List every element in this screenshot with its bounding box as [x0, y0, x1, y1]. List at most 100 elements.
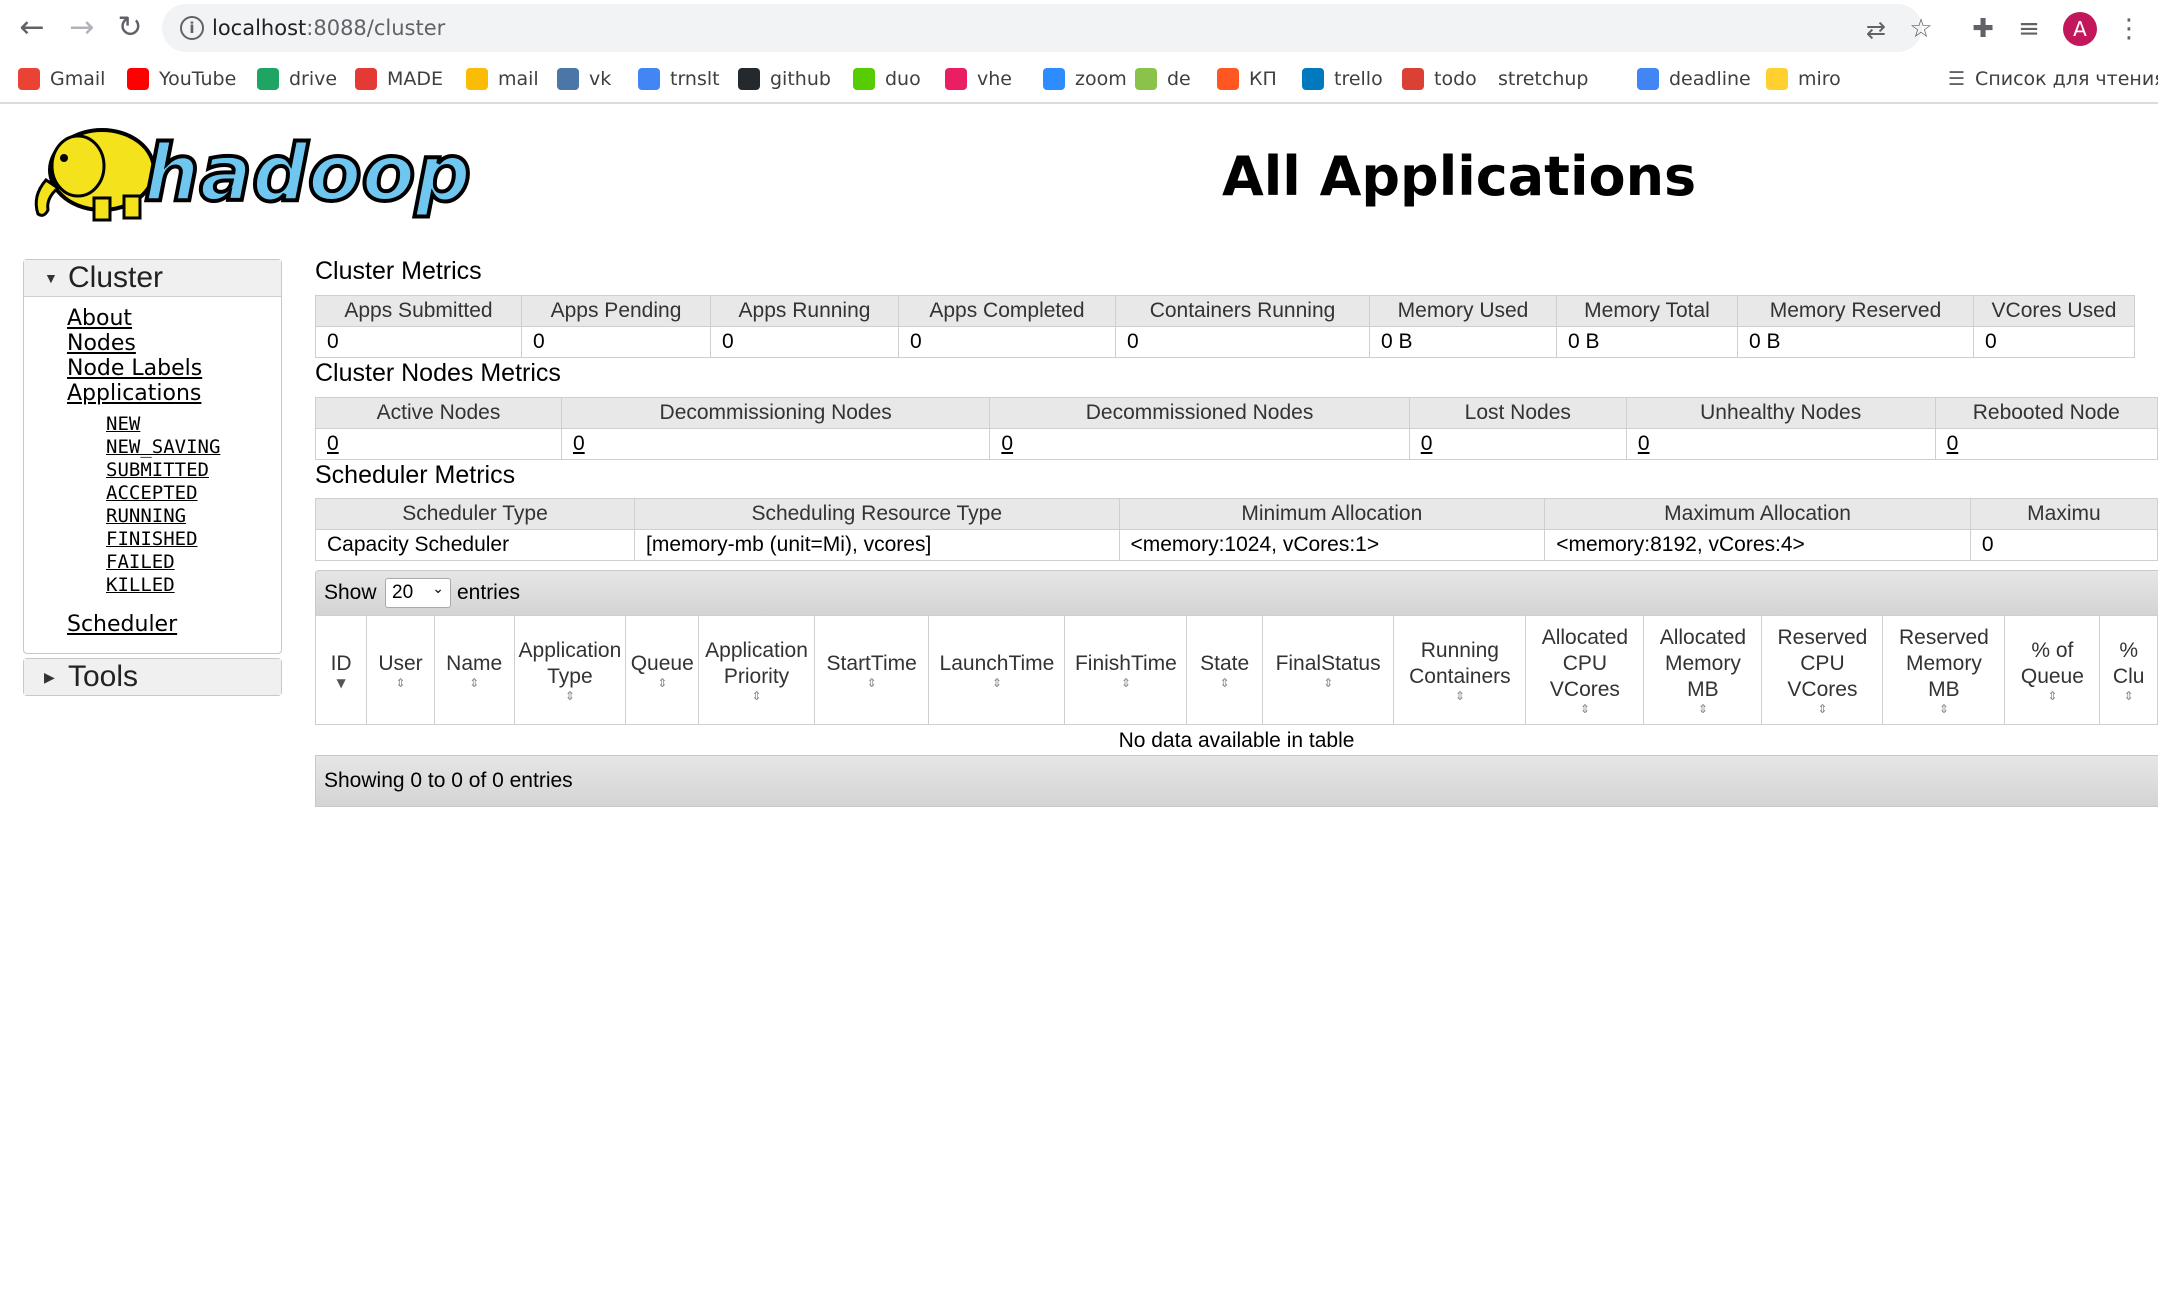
- back-icon[interactable]: ←: [14, 10, 50, 46]
- metric-value[interactable]: 0: [1625, 428, 1936, 460]
- metric-header: Scheduler Type: [315, 498, 635, 530]
- nav-state-new[interactable]: NEW: [106, 413, 140, 435]
- bookmark-10[interactable]: zoom: [1043, 64, 1127, 94]
- column-header[interactable]: % of Queue ⇕: [2004, 615, 2101, 725]
- metric-value[interactable]: 0: [560, 428, 991, 460]
- column-header[interactable]: Running Containers ⇕: [1393, 615, 1527, 725]
- metric-header: Unhealthy Nodes: [1625, 397, 1936, 429]
- column-header-label: VCores: [1787, 678, 1858, 701]
- bookmark-14[interactable]: todo: [1402, 64, 1477, 94]
- metric-value[interactable]: 0: [1408, 428, 1627, 460]
- column-header[interactable]: Name ⇕: [433, 615, 515, 725]
- sort-icon: ⇕: [2123, 689, 2134, 703]
- todoist-icon: [1402, 68, 1424, 90]
- bookmark-label: MADE: [387, 68, 444, 90]
- nav-state-running[interactable]: RUNNING: [106, 505, 186, 527]
- column-header[interactable]: User ⇕: [366, 615, 435, 725]
- sort-icon: ⇕: [469, 676, 480, 690]
- column-header[interactable]: Application Priority ⇕: [698, 615, 815, 725]
- chevron-down-icon: ⌄: [432, 581, 444, 597]
- bookmark-label: duo: [885, 68, 921, 90]
- nav-state-new-saving[interactable]: NEW_SAVING: [106, 436, 220, 458]
- bookmark-12[interactable]: КП: [1217, 64, 1277, 94]
- extensions-icon[interactable]: ✚: [1966, 12, 2000, 46]
- column-header-label: LaunchTime: [939, 652, 1055, 675]
- bookmark-5[interactable]: vk: [557, 64, 611, 94]
- media-queue-icon[interactable]: ≡: [2012, 12, 2046, 46]
- bookmark-label: vhe: [977, 68, 1012, 90]
- nav-link-nodes[interactable]: Nodes: [67, 331, 136, 356]
- page-title: All Applications: [1222, 145, 1697, 208]
- column-header[interactable]: ID ▼: [314, 615, 368, 725]
- bookmark-17[interactable]: miro: [1766, 64, 1841, 94]
- caret-down-icon: ▼: [44, 270, 58, 286]
- bookmark-label: КП: [1249, 68, 1277, 90]
- bookmark-label: de: [1167, 68, 1191, 90]
- nav-state-submitted[interactable]: SUBMITTED: [106, 459, 209, 481]
- column-header[interactable]: State ⇕: [1186, 615, 1263, 725]
- column-header[interactable]: FinalStatus ⇕: [1261, 615, 1395, 725]
- bookmark-13[interactable]: trello: [1302, 64, 1383, 94]
- reading-list[interactable]: ☰ Список для чтения: [1948, 64, 2158, 94]
- nav-state-killed[interactable]: KILLED: [106, 574, 175, 596]
- tools-nav-header[interactable]: ▶ Tools: [24, 659, 281, 695]
- bookmark-7[interactable]: github: [738, 64, 831, 94]
- metric-value[interactable]: 0: [989, 428, 1410, 460]
- show-label: Show: [324, 581, 377, 604]
- metric-header: Active Nodes: [315, 397, 562, 429]
- made-icon: [355, 68, 377, 90]
- bookmark-label: trello: [1334, 68, 1383, 90]
- zoom-icon: [1043, 68, 1065, 90]
- profile-avatar[interactable]: A: [2063, 12, 2097, 46]
- bookmark-8[interactable]: duo: [853, 64, 921, 94]
- column-header[interactable]: Reserved CPU VCores ⇕: [1761, 615, 1884, 725]
- nav-link-about[interactable]: About: [67, 306, 132, 331]
- column-header-label: Priority: [723, 665, 790, 688]
- cluster-nav-header[interactable]: ▼ Cluster: [24, 260, 281, 297]
- de-icon: [1135, 68, 1157, 90]
- bookmark-star-icon[interactable]: ☆: [1904, 12, 1938, 46]
- bookmark-4[interactable]: mail: [466, 64, 539, 94]
- column-header[interactable]: LaunchTime ⇕: [928, 615, 1066, 725]
- column-header[interactable]: Application Type ⇕: [513, 615, 627, 725]
- metric-value: 0: [1115, 326, 1370, 358]
- bookmark-15[interactable]: stretchup: [1498, 64, 1588, 94]
- bookmark-0[interactable]: Gmail: [18, 64, 105, 94]
- column-header[interactable]: FinishTime ⇕: [1064, 615, 1188, 725]
- menu-kebab-icon[interactable]: ⋮: [2112, 12, 2146, 46]
- bookmark-6[interactable]: trnslt: [638, 64, 720, 94]
- column-header-label: Queue: [2020, 665, 2084, 688]
- url-text[interactable]: localhost:8088/cluster: [212, 16, 445, 40]
- nav-state-accepted[interactable]: ACCEPTED: [106, 482, 198, 504]
- vhe-icon: [945, 68, 967, 90]
- nav-link-scheduler[interactable]: Scheduler: [67, 612, 177, 637]
- bookmark-9[interactable]: vhe: [945, 64, 1012, 94]
- address-bar[interactable]: i localhost:8088/cluster ⇄: [162, 4, 1922, 52]
- bookmark-16[interactable]: deadline: [1637, 64, 1751, 94]
- applications-table: ID ▼ User ⇕ Name ⇕ Application Type ⇕ Queue ⇕ Appli…: [314, 615, 2158, 725]
- column-header-label: Type: [547, 665, 593, 688]
- bookmark-11[interactable]: de: [1135, 64, 1191, 94]
- nav-link-node-labels[interactable]: Node Labels: [67, 356, 202, 381]
- site-info-icon[interactable]: i: [180, 16, 204, 40]
- bookmark-3[interactable]: MADE: [355, 64, 443, 94]
- column-header[interactable]: StartTime ⇕: [813, 615, 930, 725]
- entries-per-page-select[interactable]: 20 ⌄: [385, 578, 451, 608]
- column-header[interactable]: Allocated CPU VCores ⇕: [1525, 615, 1645, 725]
- column-header[interactable]: Queue ⇕: [625, 615, 700, 725]
- forward-icon[interactable]: →: [64, 10, 100, 46]
- nav-state-failed[interactable]: FAILED: [106, 551, 175, 573]
- nav-link-applications[interactable]: Applications: [67, 381, 201, 406]
- metric-value[interactable]: 0: [1934, 428, 2158, 460]
- bookmark-2[interactable]: drive: [257, 64, 337, 94]
- metric-header: Maximum Allocation: [1544, 498, 1971, 530]
- metric-header: Decommissioned Nodes: [989, 397, 1410, 429]
- bookmark-1[interactable]: YouTube: [127, 64, 236, 94]
- column-header[interactable]: % Clu ⇕: [2099, 615, 2158, 725]
- translate-icon[interactable]: ⇄: [1862, 16, 1890, 44]
- reload-icon[interactable]: ↻: [112, 10, 148, 46]
- metric-value[interactable]: 0: [315, 428, 562, 460]
- nav-state-finished[interactable]: FINISHED: [106, 528, 198, 550]
- column-header[interactable]: Reserved Memory MB ⇕: [1882, 615, 2006, 725]
- column-header[interactable]: Allocated Memory MB ⇕: [1643, 615, 1763, 725]
